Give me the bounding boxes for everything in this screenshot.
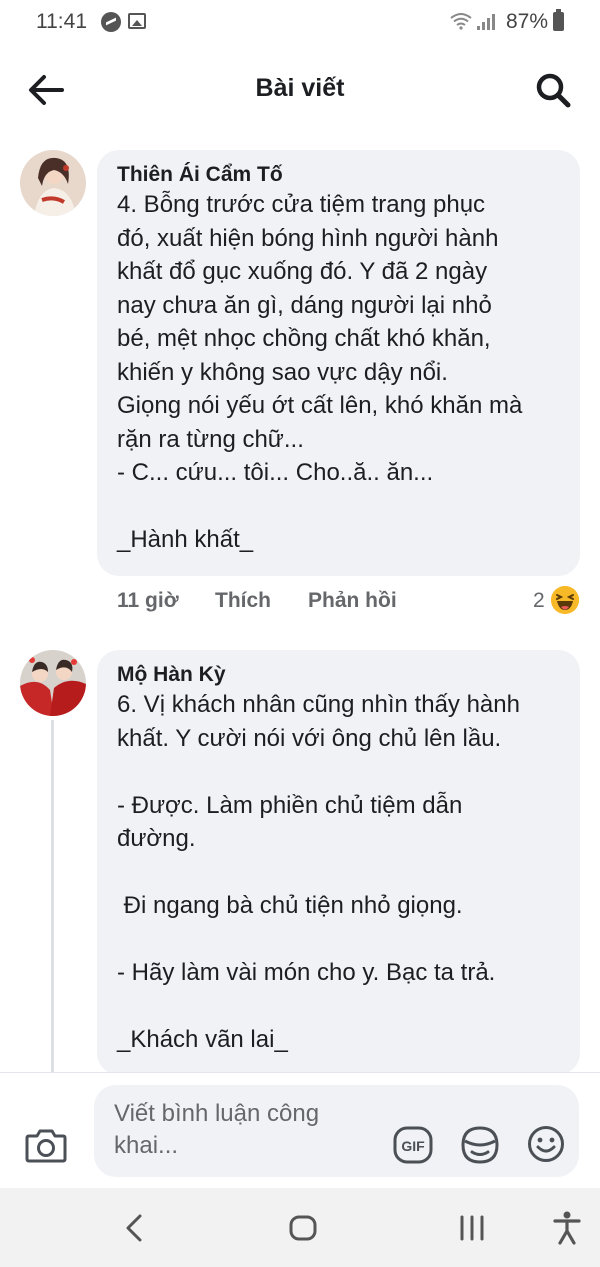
gif-icon: GIF <box>393 1126 433 1164</box>
home-nav-button[interactable] <box>283 1208 323 1248</box>
comment-text: 6. Vị khách nhân cũng nhìn thấy hành khấ… <box>117 691 520 1053</box>
status-bar: 11:41 87% <box>0 0 600 44</box>
camera-button[interactable] <box>25 1127 67 1163</box>
signal-icon <box>477 14 497 30</box>
emoji-button[interactable] <box>527 1125 565 1163</box>
back-nav-button[interactable] <box>116 1208 156 1248</box>
system-nav-bar <box>0 1188 600 1267</box>
back-nav-icon <box>126 1214 142 1242</box>
search-icon <box>536 73 571 108</box>
messenger-icon <box>101 12 121 32</box>
comment-timestamp: 11 giờ <box>117 589 179 612</box>
comment-input[interactable]: Viết bình luận công khai... GIF <box>94 1085 579 1177</box>
battery-level: 87% <box>506 10 549 33</box>
recents-nav-button[interactable] <box>452 1208 492 1248</box>
image-icon <box>128 13 146 29</box>
sticker-icon <box>461 1126 499 1164</box>
reply-button[interactable]: Phản hồi <box>308 589 397 613</box>
sticker-button[interactable] <box>460 1125 500 1165</box>
comment-author[interactable]: Thiên Ái Cẩm Tố <box>117 164 560 186</box>
search-button[interactable] <box>533 70 573 110</box>
avatar[interactable] <box>20 650 86 716</box>
comment-input-placeholder: Viết bình luận công khai... <box>114 1100 320 1159</box>
emoji-icon <box>528 1126 564 1162</box>
comment-bubble: Thiên Ái Cẩm Tố 4. Bỗng trước cửa tiệm t… <box>97 150 580 576</box>
comment-text: 4. Bỗng trước cửa tiệm trang phục đó, xu… <box>117 191 523 553</box>
accessibility-icon <box>553 1211 581 1245</box>
comment-author[interactable]: Mộ Hàn Kỳ <box>117 664 560 686</box>
svg-text:GIF: GIF <box>401 1138 425 1154</box>
reply-thread-line <box>51 720 54 1072</box>
page-title: Bài viết <box>255 74 345 102</box>
comment-composer: Viết bình luận công khai... GIF <box>0 1072 600 1189</box>
comment-bubble: Mộ Hàn Kỳ 6. Vị khách nhân cũng nhìn thấ… <box>97 650 580 1075</box>
gif-button[interactable]: GIF <box>393 1125 433 1165</box>
home-nav-icon <box>289 1215 317 1241</box>
status-time: 11:41 <box>36 10 87 33</box>
wifi-icon <box>450 12 472 35</box>
reaction-count: 2 <box>533 589 545 612</box>
battery-icon <box>553 9 564 31</box>
accessibility-button[interactable] <box>547 1208 587 1248</box>
camera-icon <box>25 1129 67 1163</box>
recents-nav-icon <box>460 1215 484 1241</box>
top-app-bar: Bài viết <box>0 44 600 134</box>
haha-emoji-icon <box>551 586 579 614</box>
like-button[interactable]: Thích <box>215 589 271 613</box>
avatar[interactable] <box>20 150 86 216</box>
